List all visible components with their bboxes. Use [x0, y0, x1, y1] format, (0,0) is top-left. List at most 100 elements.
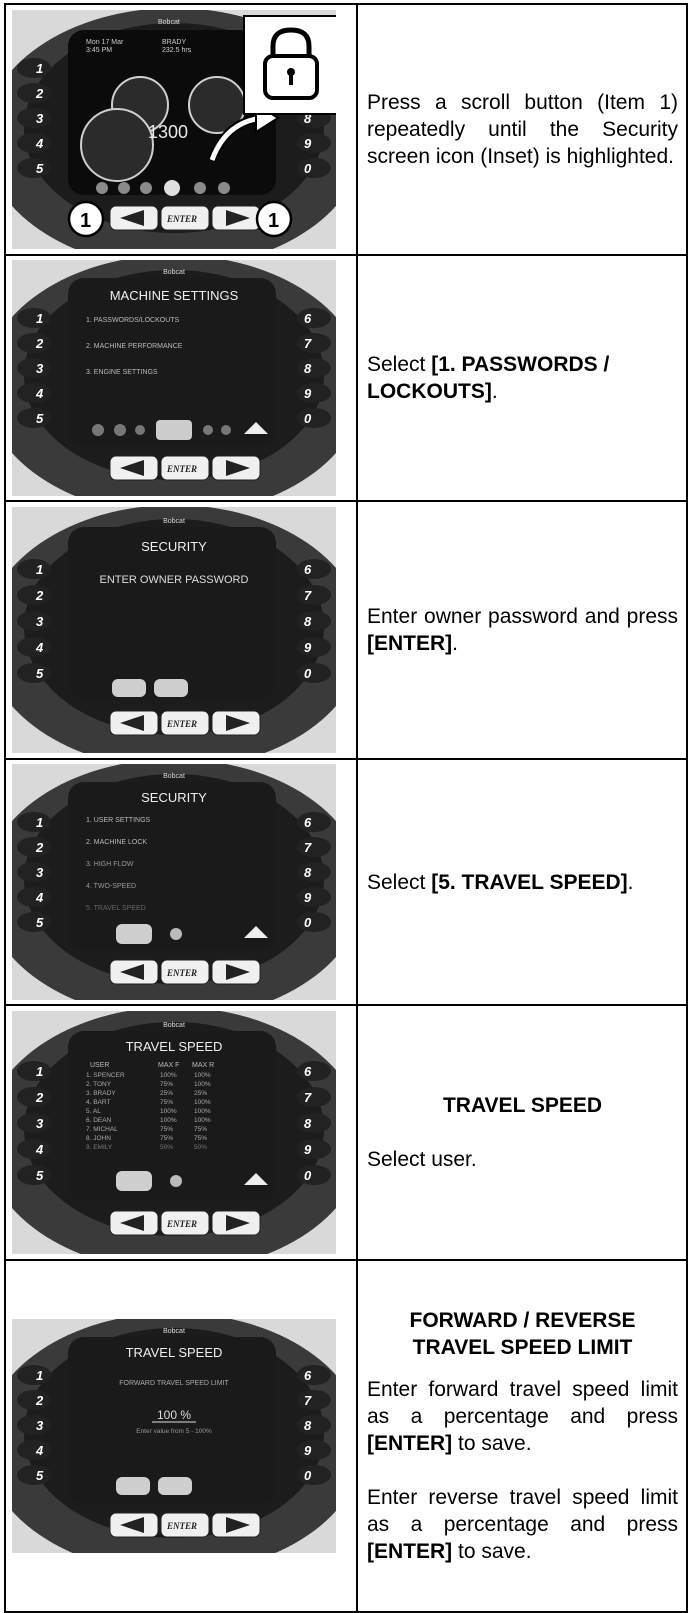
keypad-left-3: 3 — [36, 111, 44, 126]
display-panel-machine-settings: Bobcat MACHINE SETTINGS 1. PASSWORDS/LOC… — [12, 260, 336, 496]
keypad-left-2: 2 — [35, 588, 44, 603]
nav-button-row: ENTER — [109, 455, 261, 481]
keypad-left-5: 5 — [36, 1168, 44, 1183]
keypad-left-2: 2 — [35, 336, 44, 351]
keypad-left-2: 2 — [35, 1393, 44, 1408]
display-panel-machine-settings-art: Bobcat MACHINE SETTINGS 1. PASSWORDS/LOC… — [12, 260, 336, 496]
step-row-1: Bobcat Mon 17 Mar 3:45 PM BRADY 232.5 hr… — [4, 3, 688, 256]
keypad-left-1: 1 — [36, 1064, 43, 1079]
keypad-left-4: 4 — [35, 640, 44, 655]
step-row-5: Bobcat TRAVEL SPEED USER MAX F MAX R 1. … — [4, 1004, 688, 1261]
keypad-right-6: 6 — [304, 562, 312, 577]
keypad-right-8: 8 — [304, 1116, 312, 1131]
nav-button-row: ENTER — [109, 205, 261, 231]
cancel-softkey — [116, 1477, 150, 1495]
svg-text:100%: 100% — [194, 1117, 211, 1124]
display-panel-travel-speed-limit-art: Bobcat TRAVEL SPEED FORWARD TRAVEL SPEED… — [12, 1319, 336, 1553]
enter-key-label: ENTER — [166, 1219, 197, 1229]
keypad-left-5: 5 — [36, 915, 44, 930]
keypad-left-5: 5 — [36, 666, 44, 681]
display-panel-travel-speed-limit: Bobcat TRAVEL SPEED FORWARD TRAVEL SPEED… — [12, 1319, 336, 1553]
keypad-right-6: 6 — [304, 1368, 312, 1383]
keypad-right-7: 7 — [304, 336, 312, 351]
keypad-right-0: 0 — [304, 411, 312, 426]
svg-text:5. AL: 5. AL — [86, 1108, 101, 1115]
svg-text:4. BART: 4. BART — [86, 1099, 110, 1106]
menu-item-3: 3. HIGH FLOW — [86, 861, 134, 868]
svg-text:8. JOHN: 8. JOHN — [86, 1135, 111, 1142]
display-panel-home-art: Bobcat Mon 17 Mar 3:45 PM BRADY 232.5 hr… — [12, 10, 336, 249]
back-softkey — [112, 679, 146, 697]
keypad-right-7: 7 — [304, 1393, 312, 1408]
keypad-left-1: 1 — [36, 311, 43, 326]
brand-logo: Bobcat — [163, 1328, 185, 1335]
save-softkey — [158, 1477, 192, 1495]
keypad-left-3: 3 — [36, 865, 44, 880]
enter-key-label: ENTER — [166, 464, 197, 474]
back-softkey — [116, 1171, 152, 1191]
display-panel-travel-speed-users: Bobcat TRAVEL SPEED USER MAX F MAX R 1. … — [12, 1011, 336, 1254]
step-2-text: Select [1. PASSWORDS / LOCKOUTS]. — [367, 353, 610, 403]
callout-left-label: 1 — [80, 210, 91, 232]
step-row-2: Bobcat MACHINE SETTINGS 1. PASSWORDS/LOC… — [4, 254, 688, 502]
nav-button-row: ENTER — [109, 1210, 261, 1236]
svg-text:100%: 100% — [160, 1108, 177, 1115]
step-2-text-cell: Select [1. PASSWORDS / LOCKOUTS]. — [356, 254, 688, 502]
display-panel-home: Bobcat Mon 17 Mar 3:45 PM BRADY 232.5 hr… — [12, 10, 336, 249]
enter-key-label: ENTER — [166, 968, 197, 978]
svg-text:100%: 100% — [194, 1081, 211, 1088]
keypad-left-3: 3 — [36, 1418, 44, 1433]
menu-item-1: 1. PASSWORDS/LOCKOUTS — [86, 317, 180, 324]
instruction-table: Bobcat Mon 17 Mar 3:45 PM BRADY 232.5 hr… — [4, 3, 688, 1613]
keypad-left-2: 2 — [35, 840, 44, 855]
limit-value: 100 % — [157, 1408, 191, 1422]
column-header-user: USER — [90, 1062, 109, 1069]
keypad-left-1: 1 — [36, 1368, 43, 1383]
keypad-right-8: 8 — [304, 1418, 312, 1433]
keypad-left-2: 2 — [35, 1090, 44, 1105]
limit-label: FORWARD TRAVEL SPEED LIMIT — [119, 1380, 229, 1387]
svg-text:75%: 75% — [160, 1081, 173, 1088]
svg-text:75%: 75% — [160, 1135, 173, 1142]
keypad-right-7: 7 — [304, 1090, 312, 1105]
keypad-left-3: 3 — [36, 361, 44, 376]
header-operator: BRADY — [162, 39, 186, 46]
step-5-heading: TRAVEL SPEED — [442, 1094, 603, 1117]
svg-text:50%: 50% — [194, 1144, 207, 1151]
keypad-left-4: 4 — [35, 136, 44, 151]
keypad-right-9: 9 — [304, 640, 312, 655]
rpm-readout: 1300 — [148, 122, 188, 142]
step-4-image-cell: Bobcat SECURITY 1. USER SETTINGS 2. MACH… — [4, 758, 358, 1006]
menu-item-4: 4. TWO-SPEED — [86, 883, 136, 890]
step-5-image-cell: Bobcat TRAVEL SPEED USER MAX F MAX R 1. … — [4, 1004, 358, 1261]
keypad-right-9: 9 — [304, 890, 312, 905]
svg-text:9. EMILY: 9. EMILY — [86, 1144, 113, 1151]
keypad-left-1: 1 — [36, 61, 43, 76]
back-softkey — [116, 924, 152, 944]
keypad-left-5: 5 — [36, 161, 44, 176]
keypad-left-4: 4 — [35, 1443, 44, 1458]
display-panel-travel-speed-users-art: Bobcat TRAVEL SPEED USER MAX F MAX R 1. … — [12, 1011, 336, 1254]
column-header-max-reverse: MAX R — [192, 1062, 214, 1069]
step-3-text: Enter owner password and press [ENTER]. — [367, 605, 678, 655]
svg-text:100%: 100% — [160, 1117, 177, 1124]
screen-title: SECURITY — [141, 539, 207, 554]
svg-text:1. SPENCER: 1. SPENCER — [86, 1072, 125, 1079]
nav-button-row: ENTER — [109, 1512, 261, 1538]
keypad-right-0: 0 — [304, 1468, 312, 1483]
svg-text:7. MICHAL: 7. MICHAL — [86, 1126, 118, 1133]
keypad-right-9: 9 — [304, 1443, 312, 1458]
keypad-left-3: 3 — [36, 1116, 44, 1131]
keypad-right-0: 0 — [304, 915, 312, 930]
step-row-6: Bobcat TRAVEL SPEED FORWARD TRAVEL SPEED… — [4, 1259, 688, 1613]
column-header-max-forward: MAX F — [158, 1062, 179, 1069]
keypad-right-6: 6 — [304, 815, 312, 830]
keypad-left-3: 3 — [36, 614, 44, 629]
keypad-right-8: 8 — [304, 614, 312, 629]
step-3-image-cell: Bobcat SECURITY ENTER OWNER PASSWORD 1 2… — [4, 500, 358, 760]
enter-key-label: ENTER — [166, 1521, 197, 1531]
svg-text:75%: 75% — [194, 1135, 207, 1142]
keypad-right-7: 7 — [304, 588, 312, 603]
step-5-text-cell: TRAVEL SPEED Select user. — [356, 1004, 688, 1261]
header-date: Mon 17 Mar — [86, 39, 124, 46]
